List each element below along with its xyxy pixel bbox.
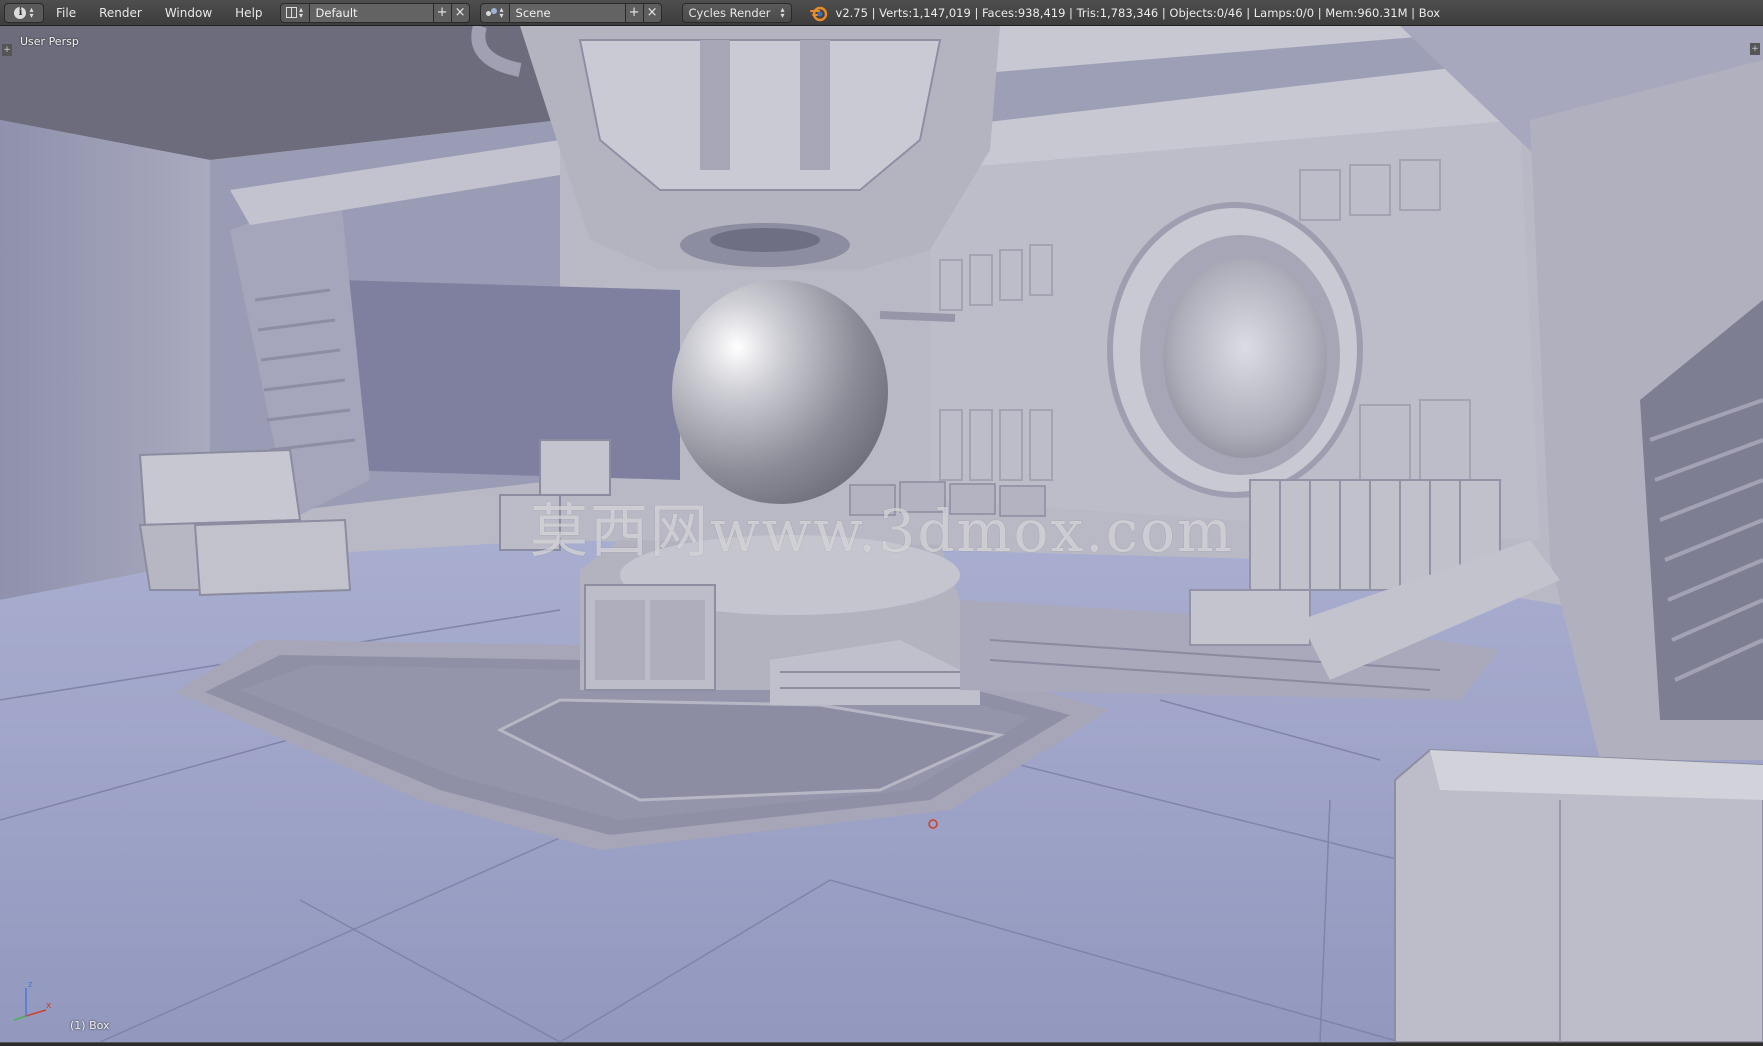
reactor-nozzle-inner [710, 228, 820, 252]
info-icon: i [14, 6, 27, 19]
3d-viewport[interactable]: 莫西网www.3dmox.com User Persp (1) Box + + … [0, 26, 1763, 1042]
screen-layout-name-field[interactable]: Default [309, 2, 434, 23]
blender-window: i ▴ ▾ File Render Window Help ▴ ▾ Default … [0, 0, 1763, 1046]
console-panel [595, 600, 645, 680]
menu-render[interactable]: Render [87, 0, 153, 26]
updown-arrows-icon: ▴ ▾ [499, 4, 504, 20]
menu-help[interactable]: Help [223, 0, 273, 26]
editor-type-button[interactable]: i ▴ ▾ [4, 2, 44, 23]
screen-layout-selector: ▴ ▾ Default + × [279, 2, 470, 23]
blender-logo-icon [809, 6, 827, 21]
render-engine-label: Cycles Render [688, 5, 771, 20]
sphere-arm [879, 311, 956, 322]
z-axis-label: z [28, 980, 33, 990]
console-panel [650, 600, 705, 680]
scene-name-field[interactable]: Scene [509, 2, 626, 23]
menu-file[interactable]: File [44, 0, 87, 26]
layout-grid-icon [286, 7, 297, 18]
scene-icon [485, 7, 498, 18]
scene-selector: ▴ ▾ Scene + × [479, 2, 662, 23]
scene-statistics: v2.75 | Verts:1,147,019 | Faces:938,419 … [835, 5, 1441, 20]
x-axis-label: x [46, 1001, 52, 1011]
reactor-housing [578, 39, 942, 191]
watermark: 莫西网www.3dmox.com [530, 497, 1234, 565]
axis-gizmo-icon: x z [13, 980, 52, 1021]
reactor-rib [800, 40, 830, 170]
updown-arrows-icon: ▴ ▾ [299, 4, 304, 20]
view-name-label: User Persp [20, 35, 79, 48]
portal-opening [1163, 258, 1327, 458]
updown-arrows-icon: ▴ ▾ [29, 4, 34, 20]
reactor-rib [700, 40, 730, 170]
tool-shelf-toggle[interactable]: + [2, 44, 12, 56]
menu-window[interactable]: Window [153, 0, 223, 26]
bottom-editor-edge[interactable] [0, 1042, 1763, 1046]
delete-scene-button[interactable]: × [643, 2, 662, 23]
updown-arrows-icon: ▴ ▾ [780, 4, 785, 20]
active-object-label: (1) Box [70, 1019, 110, 1032]
properties-panel-toggle[interactable]: + [1750, 43, 1760, 55]
add-scene-button[interactable]: + [625, 2, 644, 23]
render-engine-dropdown[interactable]: Cycles Render ▴ ▾ [681, 2, 792, 23]
scene-dropdown[interactable]: ▴ ▾ [479, 2, 510, 23]
central-sphere [672, 280, 888, 504]
add-screen-button[interactable]: + [433, 2, 452, 23]
screen-layout-dropdown[interactable]: ▴ ▾ [279, 2, 310, 23]
back-left-panel [340, 280, 680, 480]
delete-screen-button[interactable]: × [451, 2, 470, 23]
info-header: i ▴ ▾ File Render Window Help ▴ ▾ Default … [0, 0, 1763, 26]
